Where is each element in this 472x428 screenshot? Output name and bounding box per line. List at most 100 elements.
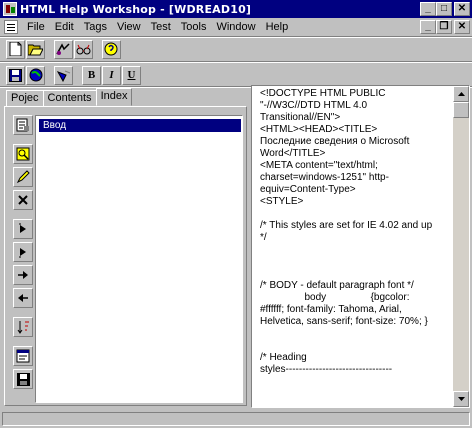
globe-icon bbox=[29, 68, 42, 82]
menu-test[interactable]: Test bbox=[146, 21, 176, 33]
editor-line: body {bgcolor: bbox=[260, 292, 410, 303]
scroll-thumb[interactable] bbox=[453, 102, 469, 118]
new-file-button[interactable] bbox=[6, 39, 25, 59]
document-icon[interactable] bbox=[4, 20, 18, 34]
edit-keyword-icon bbox=[16, 170, 30, 184]
editor-line: Word</TITLE> bbox=[260, 148, 326, 159]
editor-line: <HTML><HEAD><TITLE> bbox=[260, 124, 378, 135]
help-button[interactable] bbox=[102, 39, 121, 59]
bold-button[interactable]: B bbox=[82, 65, 101, 85]
menu-tools[interactable]: Tools bbox=[176, 21, 212, 33]
tab-project[interactable]: Pojec bbox=[6, 90, 44, 106]
move-right-icon bbox=[18, 271, 28, 279]
menu-edit[interactable]: Edit bbox=[50, 21, 79, 33]
move-up-icon bbox=[19, 223, 26, 233]
doc-restore-button[interactable]: ❐ bbox=[436, 20, 452, 34]
editor-line: <META content="text/html; bbox=[260, 160, 378, 171]
compile-icon bbox=[56, 42, 70, 55]
open-file-button[interactable] bbox=[26, 39, 45, 59]
move-right-button[interactable] bbox=[13, 265, 33, 285]
editor-line: Последние сведения о Microsoft bbox=[260, 136, 410, 147]
menu-tags[interactable]: Tags bbox=[79, 21, 112, 33]
editor-line: #ffffff; font-family: Tahoma, Arial, bbox=[260, 304, 402, 315]
close-button[interactable]: ✕ bbox=[454, 2, 470, 16]
title-bar[interactable]: HTML Help Workshop - [WDREAD10] _ □ ✕ bbox=[0, 0, 472, 18]
menu-window[interactable]: Window bbox=[211, 21, 260, 33]
compile-button[interactable] bbox=[54, 39, 73, 59]
help-icon bbox=[104, 42, 118, 56]
underline-button[interactable]: U bbox=[122, 65, 141, 85]
minimize-button[interactable]: _ bbox=[420, 2, 436, 16]
navigation-pane: Pojec Contents Index Ввод bbox=[4, 88, 247, 406]
move-left-icon bbox=[18, 294, 28, 302]
editor-line: Transitional//EN"> bbox=[260, 112, 341, 123]
view-html-icon bbox=[16, 349, 30, 363]
html-editor[interactable]: <!DOCTYPE HTML PUBLIC "-//W3C//DTD HTML 4… bbox=[251, 85, 470, 408]
sort-button[interactable] bbox=[13, 317, 33, 337]
editor-line: /* This styles are set for IE 4.02 and u… bbox=[260, 220, 433, 231]
view-html-button[interactable] bbox=[13, 346, 33, 366]
status-field bbox=[2, 412, 470, 426]
document-caption-buttons: _ ❐ ✕ bbox=[420, 20, 470, 34]
move-left-button[interactable] bbox=[13, 288, 33, 308]
run-button[interactable] bbox=[54, 65, 73, 85]
save-button[interactable] bbox=[6, 65, 25, 85]
insert-keyword-button[interactable] bbox=[13, 144, 33, 164]
scroll-down-button[interactable] bbox=[453, 391, 469, 407]
doc-minimize-button[interactable]: _ bbox=[420, 20, 436, 34]
doc-close-button[interactable]: ✕ bbox=[454, 20, 470, 34]
index-keyword-list[interactable]: Ввод bbox=[35, 115, 243, 403]
tab-index[interactable]: Index bbox=[95, 88, 133, 106]
insert-keyword-icon bbox=[16, 147, 30, 161]
editor-line: <!DOCTYPE HTML PUBLIC bbox=[260, 88, 386, 99]
window-title: HTML Help Workshop - [WDREAD10] bbox=[20, 2, 252, 16]
index-properties-button[interactable] bbox=[13, 115, 33, 135]
tab-strip: Pojec Contents Index bbox=[6, 88, 133, 106]
editor-line: equiv=Content-Type> bbox=[260, 184, 356, 195]
editor-line: /* BODY - default paragraph font */ bbox=[260, 280, 414, 291]
status-bar bbox=[0, 410, 472, 428]
app-icon[interactable] bbox=[3, 2, 17, 16]
window-caption-buttons: _ □ ✕ bbox=[420, 2, 470, 16]
maximize-button[interactable]: □ bbox=[436, 2, 452, 16]
run-icon bbox=[56, 70, 70, 82]
move-down-icon bbox=[19, 248, 26, 258]
italic-button[interactable]: I bbox=[102, 65, 121, 85]
menu-bar: File Edit Tags View Test Tools Window He… bbox=[0, 18, 472, 36]
move-up-button[interactable] bbox=[13, 219, 33, 239]
save-index-button[interactable] bbox=[13, 369, 33, 389]
new-document-icon bbox=[9, 42, 22, 56]
editor-content[interactable]: <!DOCTYPE HTML PUBLIC "-//W3C//DTD HTML 4… bbox=[260, 88, 454, 404]
delete-keyword-icon bbox=[18, 195, 28, 205]
browser-view-button[interactable] bbox=[26, 65, 45, 85]
index-properties-icon bbox=[16, 118, 29, 132]
editor-line: */ bbox=[260, 232, 267, 243]
editor-line: Helvetica, sans-serif; font-size: 70%; } bbox=[260, 316, 428, 327]
tab-contents[interactable]: Contents bbox=[42, 90, 97, 106]
sort-icon bbox=[17, 321, 29, 334]
editor-scrollbar[interactable] bbox=[453, 86, 469, 407]
scroll-up-button[interactable] bbox=[453, 86, 469, 102]
standard-toolbar bbox=[0, 36, 472, 62]
editor-line: styles-------------------------------- bbox=[260, 364, 393, 375]
open-folder-icon bbox=[28, 44, 43, 55]
menu-file[interactable]: File bbox=[22, 21, 50, 33]
editor-line: charset=windows-1251" http- bbox=[260, 172, 389, 183]
editor-line: <STYLE> bbox=[260, 196, 304, 207]
view-compiled-button[interactable] bbox=[74, 39, 93, 59]
save-icon bbox=[9, 68, 22, 82]
move-down-button[interactable] bbox=[13, 242, 33, 262]
glasses-icon bbox=[76, 44, 91, 54]
arrow-up-icon bbox=[457, 92, 465, 96]
list-item[interactable]: Ввод bbox=[39, 119, 241, 132]
edit-keyword-button[interactable] bbox=[13, 167, 33, 187]
delete-keyword-button[interactable] bbox=[13, 190, 33, 210]
menu-help[interactable]: Help bbox=[261, 21, 294, 33]
menu-view[interactable]: View bbox=[112, 21, 146, 33]
